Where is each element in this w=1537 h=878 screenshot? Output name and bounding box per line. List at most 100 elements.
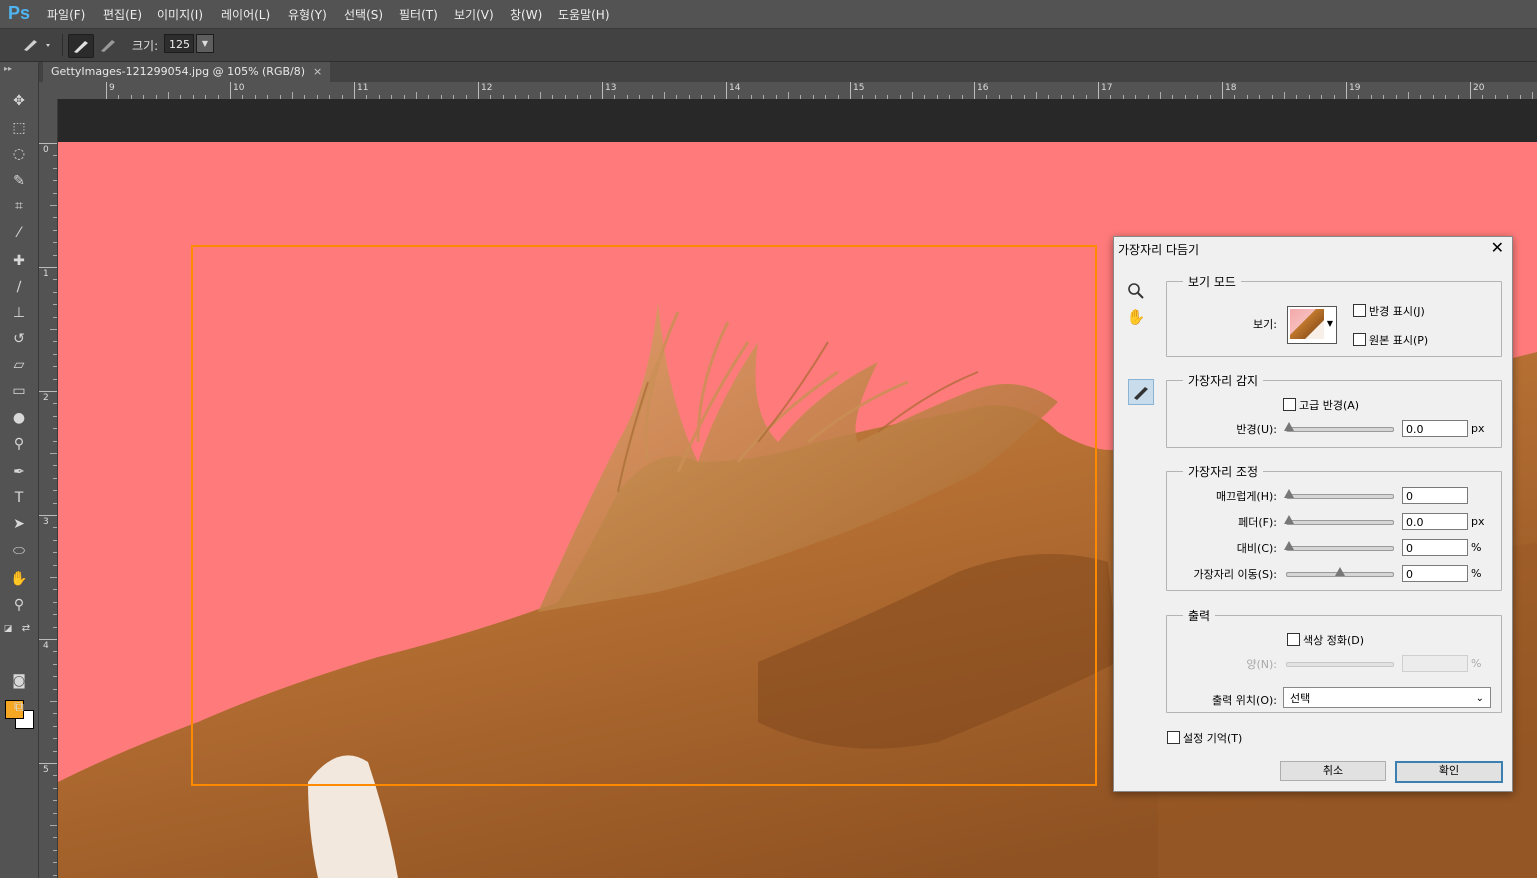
erase-refinements-tool-button[interactable] <box>96 34 120 56</box>
menu-layer[interactable]: 레이어(L) <box>221 6 270 23</box>
ellipse-tool-icon[interactable]: ⬭ <box>8 540 30 562</box>
slider-thumb[interactable] <box>1284 422 1294 431</box>
crop-tool-icon[interactable]: ⌗ <box>8 195 30 217</box>
feather-input[interactable]: 0.0 <box>1402 513 1468 530</box>
smooth-slider[interactable] <box>1284 489 1394 499</box>
slider-thumb[interactable] <box>1335 567 1345 576</box>
brush-tool-icon[interactable]: ∕ <box>8 276 30 298</box>
ruler-minor-tick <box>912 92 913 99</box>
ruler-minor-tick <box>53 552 57 554</box>
smooth-input[interactable]: 0 <box>1402 487 1468 504</box>
document-tab[interactable]: GettyImages-121299054.jpg @ 105% (RGB/8)… <box>43 62 331 82</box>
shift-edge-unit: % <box>1471 567 1482 580</box>
marquee-tool-icon[interactable]: ⬚ <box>8 117 30 139</box>
shift-edge-input[interactable]: 0 <box>1402 565 1468 582</box>
zoom-tool-icon[interactable]: ⚲ <box>8 594 30 616</box>
screen-mode-icon[interactable]: ⧉ <box>8 696 30 718</box>
pen-tool-icon[interactable]: ✒ <box>8 461 30 483</box>
shift-edge-slider[interactable] <box>1286 567 1394 577</box>
menu-window[interactable]: 창(W) <box>510 6 542 23</box>
ruler-minor-tick <box>53 254 57 256</box>
swap-colors-icon[interactable]: ⇄ <box>20 618 32 640</box>
default-colors-icon[interactable]: ◪ <box>2 618 14 640</box>
decontaminate-colors-checkbox[interactable] <box>1287 633 1300 646</box>
ok-button[interactable]: 확인 <box>1395 761 1503 783</box>
horizontal-ruler[interactable]: 9 10 11 12 13 14 15 16 17 18 19 20 <box>57 82 1537 100</box>
blur-tool-icon[interactable]: ● <box>8 407 30 429</box>
ruler-minor-tick <box>53 564 57 566</box>
clone-stamp-tool-icon[interactable]: ⊥ <box>8 302 30 324</box>
ruler-minor-tick <box>53 502 57 504</box>
close-icon[interactable]: ✕ <box>1491 238 1504 257</box>
radius-input[interactable]: 0.0 <box>1402 420 1468 437</box>
eraser-tool-icon[interactable]: ▱ <box>8 354 30 376</box>
ruler-minor-tick <box>664 92 665 99</box>
show-radius-checkbox[interactable] <box>1353 304 1366 317</box>
menu-filter[interactable]: 필터(T) <box>399 6 438 23</box>
ruler-minor-tick <box>53 849 57 851</box>
ruler-minor-tick <box>416 92 417 99</box>
view-mode-picker[interactable]: ▼ <box>1287 306 1337 344</box>
close-tab-icon[interactable]: × <box>313 65 322 78</box>
quick-mask-icon[interactable]: ◙ <box>8 670 30 692</box>
output-to-select[interactable]: 선택 ⌄ <box>1283 687 1491 708</box>
ruler-minor-tick <box>1036 92 1037 99</box>
menu-view[interactable]: 보기(V) <box>454 6 494 23</box>
hand-tool-icon[interactable]: ✋ <box>8 568 30 590</box>
slider-thumb[interactable] <box>1284 515 1294 524</box>
menu-edit[interactable]: 편집(E) <box>103 6 142 23</box>
show-original-checkbox[interactable] <box>1353 333 1366 346</box>
remember-settings-checkbox[interactable] <box>1167 731 1180 744</box>
contrast-input[interactable]: 0 <box>1402 539 1468 556</box>
tool-preset-picker[interactable] <box>20 36 56 54</box>
menu-select[interactable]: 선택(S) <box>344 6 383 23</box>
ruler-major-tick <box>1098 82 1099 99</box>
amount-input <box>1402 655 1468 672</box>
size-input[interactable]: 125 <box>164 34 194 53</box>
edge-detection-title: 가장자리 감지 <box>1183 372 1264 389</box>
eyedropper-tool-icon[interactable]: ⁄ <box>8 222 30 244</box>
ruler-minor-tick <box>50 329 57 330</box>
refine-radius-tool-button[interactable] <box>68 34 94 58</box>
ruler-minor-tick <box>53 738 57 740</box>
zoom-icon[interactable] <box>1124 279 1148 303</box>
lasso-tool-icon[interactable]: ◌ <box>8 143 30 165</box>
ruler-minor-tick <box>53 465 57 467</box>
cancel-button[interactable]: 취소 <box>1280 761 1386 781</box>
ruler-minor-tick <box>53 167 57 169</box>
hand-icon[interactable]: ✋ <box>1124 305 1148 329</box>
slider-thumb[interactable] <box>1284 541 1294 550</box>
vertical-ruler[interactable]: 0 1 2 3 4 5 <box>39 99 58 878</box>
slider-thumb[interactable] <box>1284 489 1294 498</box>
ruler-minor-tick <box>53 316 57 318</box>
ruler-major-tick <box>602 82 603 99</box>
radius-slider[interactable] <box>1284 422 1394 432</box>
history-brush-tool-icon[interactable]: ↺ <box>8 328 30 350</box>
feather-slider[interactable] <box>1284 515 1394 525</box>
ruler-origin[interactable] <box>39 82 57 99</box>
ruler-major-tick <box>39 515 57 516</box>
show-original-label: 원본 표시(P) <box>1369 334 1429 347</box>
ruler-minor-tick <box>53 428 57 430</box>
menu-help[interactable]: 도움말(H) <box>558 6 610 23</box>
refine-radius-brush-icon[interactable] <box>1128 379 1154 405</box>
dodge-tool-icon[interactable]: ⚲ <box>8 433 30 455</box>
contrast-slider[interactable] <box>1284 541 1394 551</box>
quick-selection-tool-icon[interactable]: ✎ <box>8 170 30 192</box>
smart-radius-checkbox[interactable] <box>1283 398 1296 411</box>
marquee-selection[interactable] <box>191 245 1097 786</box>
size-dropdown-button[interactable]: ▼ <box>196 34 214 53</box>
move-tool-icon[interactable]: ✥ <box>8 90 30 112</box>
ruler-minor-tick <box>53 180 57 182</box>
gradient-tool-icon[interactable]: ▭ <box>8 380 30 402</box>
menu-image[interactable]: 이미지(I) <box>157 6 203 23</box>
panel-collapse-icon[interactable]: ▸▸ <box>4 64 12 73</box>
output-to-value: 선택 <box>1290 692 1311 705</box>
view-mode-title: 보기 모드 <box>1183 273 1241 290</box>
path-selection-tool-icon[interactable]: ➤ <box>8 513 30 535</box>
menu-file[interactable]: 파일(F) <box>47 6 85 23</box>
menu-type[interactable]: 유형(Y) <box>288 6 327 23</box>
healing-brush-tool-icon[interactable]: ✚ <box>8 250 30 272</box>
ruler-minor-tick <box>50 825 57 826</box>
type-tool-icon[interactable]: T <box>8 487 30 509</box>
